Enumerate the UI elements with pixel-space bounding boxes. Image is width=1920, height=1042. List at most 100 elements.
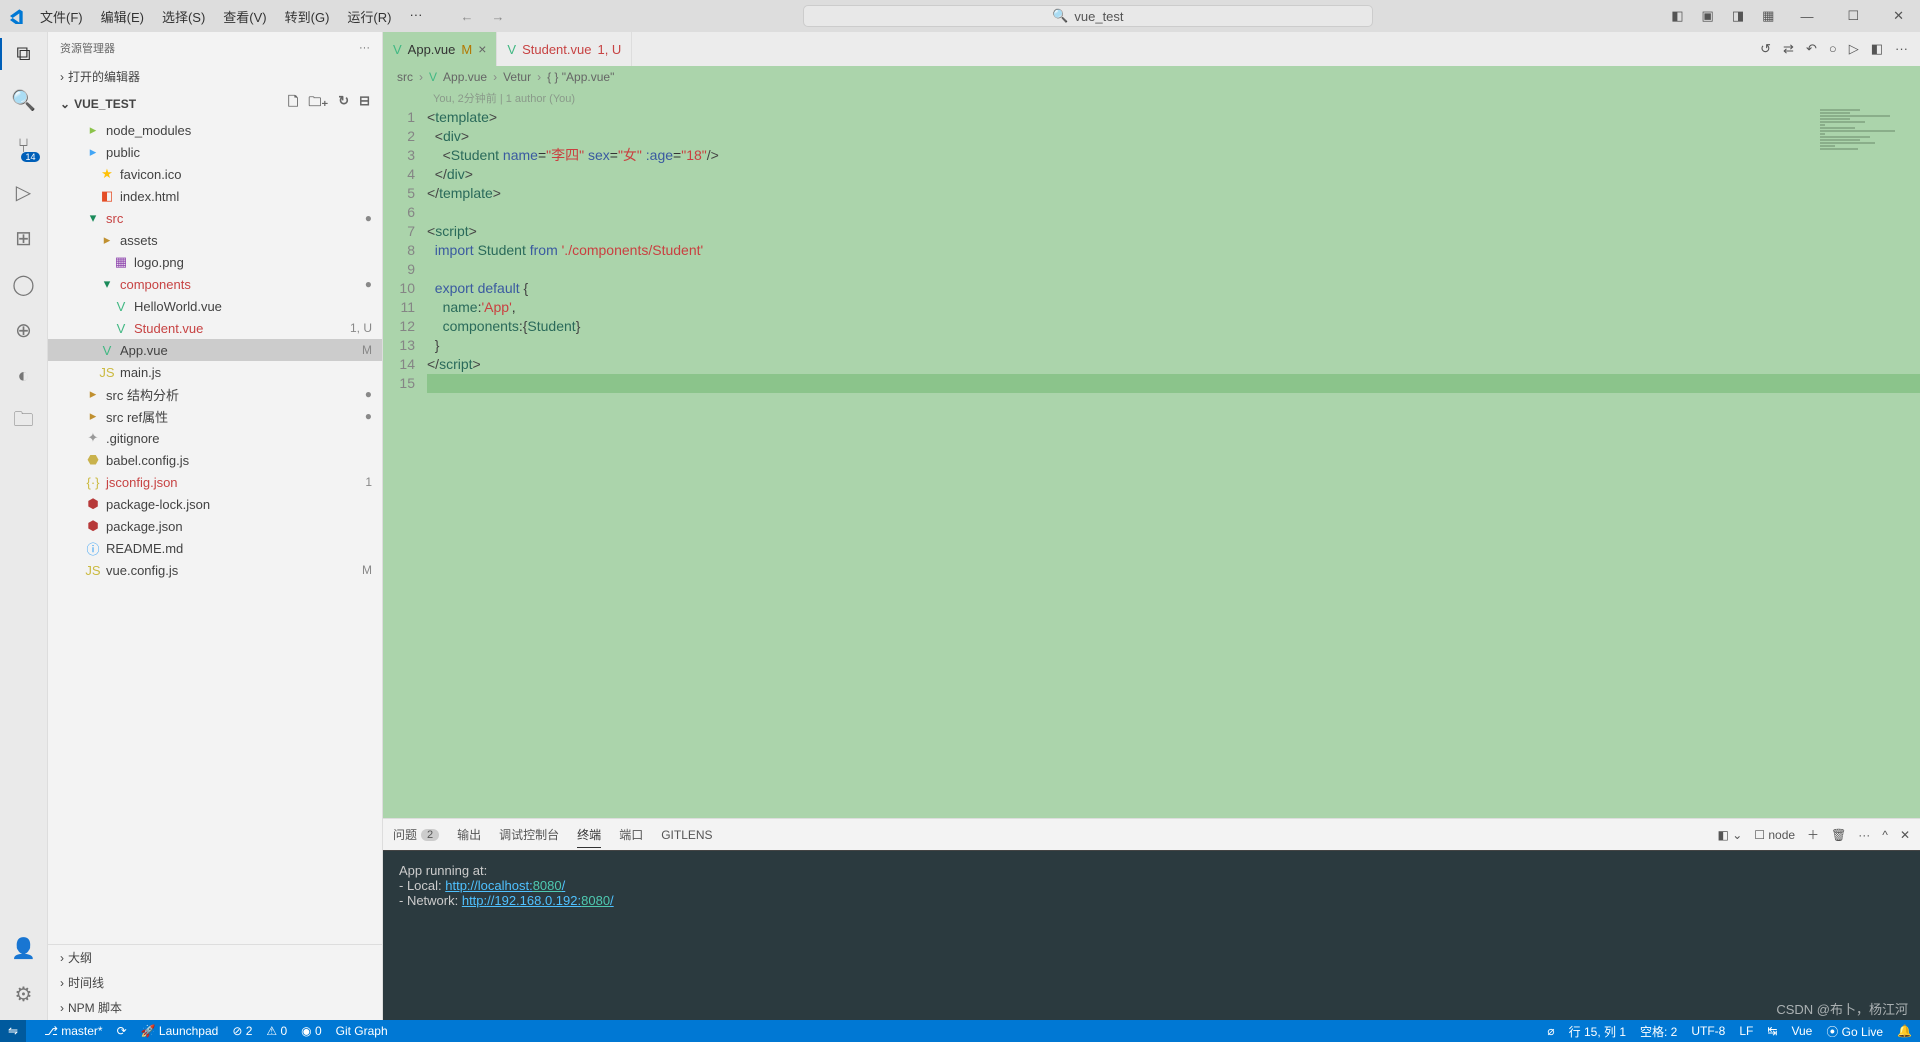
code-line[interactable] bbox=[427, 374, 1920, 393]
terminal-body[interactable]: App running at: - Local: http://localhos… bbox=[383, 851, 1920, 1020]
close-tab-icon[interactable]: × bbox=[478, 41, 486, 57]
settings-activity-icon[interactable]: ⚙ bbox=[10, 980, 38, 1008]
tree-item[interactable]: ▾components● bbox=[48, 273, 382, 295]
minimize-button[interactable]: — bbox=[1792, 5, 1821, 28]
layout-secondary-side-icon[interactable]: ◨ bbox=[1732, 8, 1744, 24]
minimap[interactable] bbox=[1810, 108, 1920, 208]
tree-item[interactable]: ⬣babel.config.js bbox=[48, 449, 382, 471]
layout-customize-icon[interactable]: ▦ bbox=[1762, 8, 1774, 24]
code-line[interactable]: <Student name="李四" sex="女" :age="18"/> bbox=[427, 146, 1920, 165]
sidebar-more-icon[interactable]: ··· bbox=[359, 42, 370, 54]
editor-tab[interactable]: VApp.vueM× bbox=[383, 32, 497, 66]
refresh-explorer-icon[interactable]: ↻ bbox=[338, 93, 349, 115]
git-sync-status[interactable]: ⟳ bbox=[117, 1024, 127, 1038]
breadcrumb-item[interactable]: { } "App.vue" bbox=[547, 70, 614, 84]
timeline-tab-icon[interactable]: ↺ bbox=[1760, 41, 1771, 57]
breadcrumb-item[interactable]: Vetur bbox=[503, 70, 531, 84]
maximize-button[interactable]: ☐ bbox=[1839, 4, 1867, 28]
tree-item[interactable]: VApp.vueM bbox=[48, 339, 382, 361]
code-line[interactable]: import Student from './components/Studen… bbox=[427, 241, 1920, 260]
close-panel-icon[interactable]: ✕ bbox=[1900, 828, 1910, 842]
git-branch-status[interactable]: ⎇ master* bbox=[44, 1024, 103, 1038]
code-line[interactable]: <div> bbox=[427, 127, 1920, 146]
output-tab[interactable]: 输出 bbox=[457, 822, 481, 847]
tree-item[interactable]: VHelloWorld.vue bbox=[48, 295, 382, 317]
tree-item[interactable]: ▸public bbox=[48, 141, 382, 163]
source-control-activity-icon[interactable]: ⑂14 bbox=[10, 132, 38, 160]
indentation-status[interactable]: 空格: 2 bbox=[1640, 1023, 1677, 1040]
outline-section[interactable]: ›大纲 bbox=[48, 945, 382, 970]
go-live-status[interactable]: ⦿ Go Live bbox=[1826, 1023, 1883, 1040]
tree-item[interactable]: VStudent.vue1, U bbox=[48, 317, 382, 339]
tree-item[interactable]: ★favicon.ico bbox=[48, 163, 382, 185]
code-line[interactable]: <script> bbox=[427, 222, 1920, 241]
maximize-panel-icon[interactable]: ^ bbox=[1882, 828, 1888, 842]
breadcrumb[interactable]: src› V App.vue› Vetur› { } "App.vue" bbox=[383, 66, 1920, 88]
launchpad-status[interactable]: 🚀 Launchpad bbox=[141, 1024, 219, 1038]
kill-terminal-icon[interactable]: 🗑 bbox=[1831, 828, 1846, 842]
code-lines[interactable]: <template> <div> <Student name="李四" sex=… bbox=[427, 108, 1920, 818]
code-line[interactable] bbox=[427, 260, 1920, 279]
tree-item[interactable]: JSvue.config.jsM bbox=[48, 559, 382, 581]
breadcrumb-item[interactable]: App.vue bbox=[443, 70, 487, 84]
new-file-icon[interactable]: 🗋 bbox=[288, 93, 298, 115]
tree-item[interactable]: ▦logo.png bbox=[48, 251, 382, 273]
run-file-icon[interactable]: ▷ bbox=[1849, 41, 1859, 57]
layout-panel-icon[interactable]: ▣ bbox=[1702, 8, 1714, 24]
ports-tab[interactable]: 端口 bbox=[619, 822, 643, 847]
new-terminal-icon[interactable]: ＋ bbox=[1807, 826, 1819, 843]
terminal-profile-icon[interactable]: ☐ node bbox=[1754, 828, 1795, 842]
language-mode-status[interactable]: Vue bbox=[1791, 1024, 1812, 1038]
git-compare-icon[interactable]: ⇄ bbox=[1783, 41, 1794, 57]
eol-status[interactable]: LF bbox=[1739, 1024, 1753, 1038]
tree-item[interactable]: ▾src● bbox=[48, 207, 382, 229]
debug-activity-icon[interactable]: ▷ bbox=[10, 178, 38, 206]
open-editors-section[interactable]: › 打开的编辑器 bbox=[48, 64, 382, 89]
problems-tab[interactable]: 问题 2 bbox=[393, 822, 439, 847]
github-activity-icon[interactable]: ◯ bbox=[10, 270, 38, 298]
layout-primary-side-icon[interactable]: ◧ bbox=[1671, 8, 1683, 24]
tree-item[interactable]: ▸src 结构分析● bbox=[48, 383, 382, 405]
explorer-activity-icon[interactable]: ⧉ bbox=[10, 40, 38, 68]
code-line[interactable]: } bbox=[427, 336, 1920, 355]
terminal-split-icon[interactable]: ◧ ⌄ bbox=[1718, 828, 1743, 842]
tree-item[interactable]: JSmain.js bbox=[48, 361, 382, 383]
code-line[interactable] bbox=[427, 203, 1920, 222]
npm-scripts-section[interactable]: ›NPM 脚本 bbox=[48, 995, 382, 1020]
code-line[interactable]: </script> bbox=[427, 355, 1920, 374]
git-graph-status[interactable]: Git Graph bbox=[336, 1024, 388, 1038]
code-line[interactable]: components:{Student} bbox=[427, 317, 1920, 336]
split-editor-icon[interactable]: ◧ bbox=[1871, 41, 1883, 57]
panel-more-icon[interactable]: ··· bbox=[1858, 828, 1870, 842]
more-actions-icon[interactable]: ··· bbox=[1895, 41, 1908, 57]
notifications-icon[interactable]: 🔔 bbox=[1897, 1024, 1912, 1038]
code-line[interactable]: name:'App', bbox=[427, 298, 1920, 317]
gitlens-tab[interactable]: GITLENS bbox=[661, 824, 712, 846]
collapse-all-icon[interactable]: ⊟ bbox=[359, 93, 370, 115]
problems-status[interactable]: ⊘ 2 bbox=[232, 1024, 252, 1038]
folder-activity-icon[interactable]: 🗀 bbox=[10, 408, 38, 436]
new-folder-icon[interactable]: 🗀₊ bbox=[308, 93, 328, 115]
tree-item[interactable]: ⬢package.json bbox=[48, 515, 382, 537]
tree-item[interactable]: ▸node_modules bbox=[48, 119, 382, 141]
menu-go[interactable]: 转到(G) bbox=[277, 3, 338, 30]
remote-activity-icon[interactable]: ⊕ bbox=[10, 316, 38, 344]
radio-status[interactable]: ◉ 0 bbox=[301, 1024, 321, 1038]
project-section[interactable]: ⌄ VUE_TEST 🗋 🗀₊ ↻ ⊟ bbox=[48, 89, 382, 119]
tree-item[interactable]: {·}jsconfig.json1 bbox=[48, 471, 382, 493]
editor-tab[interactable]: VStudent.vue1, U bbox=[497, 32, 632, 66]
menu-select[interactable]: 选择(S) bbox=[154, 3, 213, 30]
menu-file[interactable]: 文件(F) bbox=[32, 3, 91, 30]
nav-forward-icon[interactable]: → bbox=[491, 9, 504, 24]
code-line[interactable]: </div> bbox=[427, 165, 1920, 184]
debug-console-tab[interactable]: 调试控制台 bbox=[499, 822, 559, 847]
tree-item[interactable]: ◧index.html bbox=[48, 185, 382, 207]
menu-run[interactable]: 运行(R) bbox=[339, 3, 399, 30]
command-center[interactable]: 🔍 vue_test bbox=[803, 5, 1373, 27]
tree-item[interactable]: ▸src ref属性● bbox=[48, 405, 382, 427]
tree-item[interactable]: ⬢package-lock.json bbox=[48, 493, 382, 515]
close-button[interactable]: ✕ bbox=[1885, 4, 1912, 28]
remote-indicator[interactable]: ⇋ bbox=[0, 1020, 26, 1042]
code-editor[interactable]: 123456789101112131415 <template> <div> <… bbox=[383, 108, 1920, 818]
notif-status-icon[interactable]: ⌀ bbox=[1547, 1024, 1554, 1038]
